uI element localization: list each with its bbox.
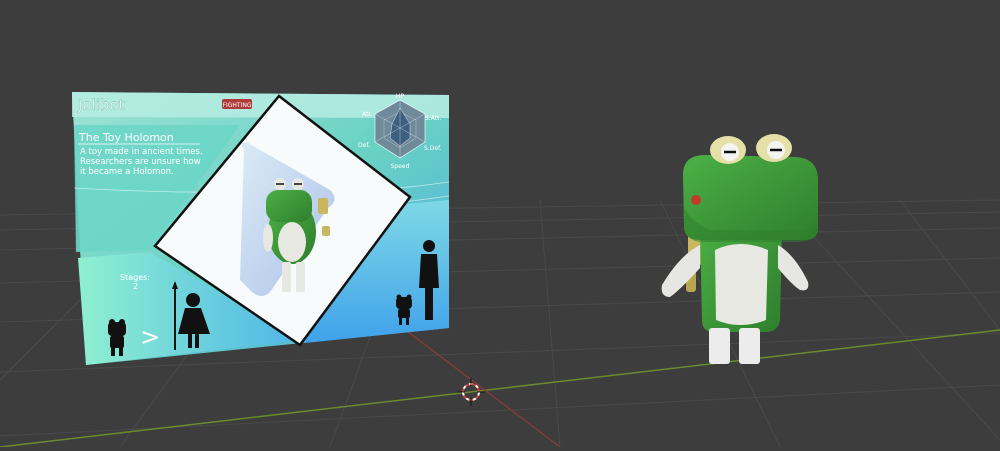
card-title: Jolibot	[77, 96, 125, 114]
stat-label-sdef: S.Def.	[424, 145, 442, 152]
stat-label-speed: Speed	[391, 163, 410, 170]
description-line-2: Researchers are unsure how	[80, 157, 201, 167]
stat-label-hp: HP	[396, 93, 405, 100]
stages-value: 2	[133, 282, 138, 291]
description-line-3: it became a Holomon.	[80, 167, 174, 177]
3d-viewport[interactable]: Jolibot FIGHTING The Toy Holomon A toy m…	[0, 0, 1000, 448]
stages-label: Stages:	[120, 273, 150, 282]
card-plane[interactable]: Jolibot FIGHTING The Toy Holomon A toy m…	[72, 92, 450, 365]
stage-arrow: >	[140, 323, 160, 351]
stat-label-def: Def.	[358, 142, 370, 149]
type-badge-label: FIGHTING	[223, 102, 252, 109]
description-line-1: A toy made in ancient times.	[80, 147, 203, 157]
frog-robot-model[interactable]	[661, 134, 818, 364]
stat-label-att: Att.	[362, 111, 373, 118]
stat-label-satt: S.Att.	[425, 115, 441, 122]
card-subtitle: The Toy Holomon	[78, 131, 174, 144]
